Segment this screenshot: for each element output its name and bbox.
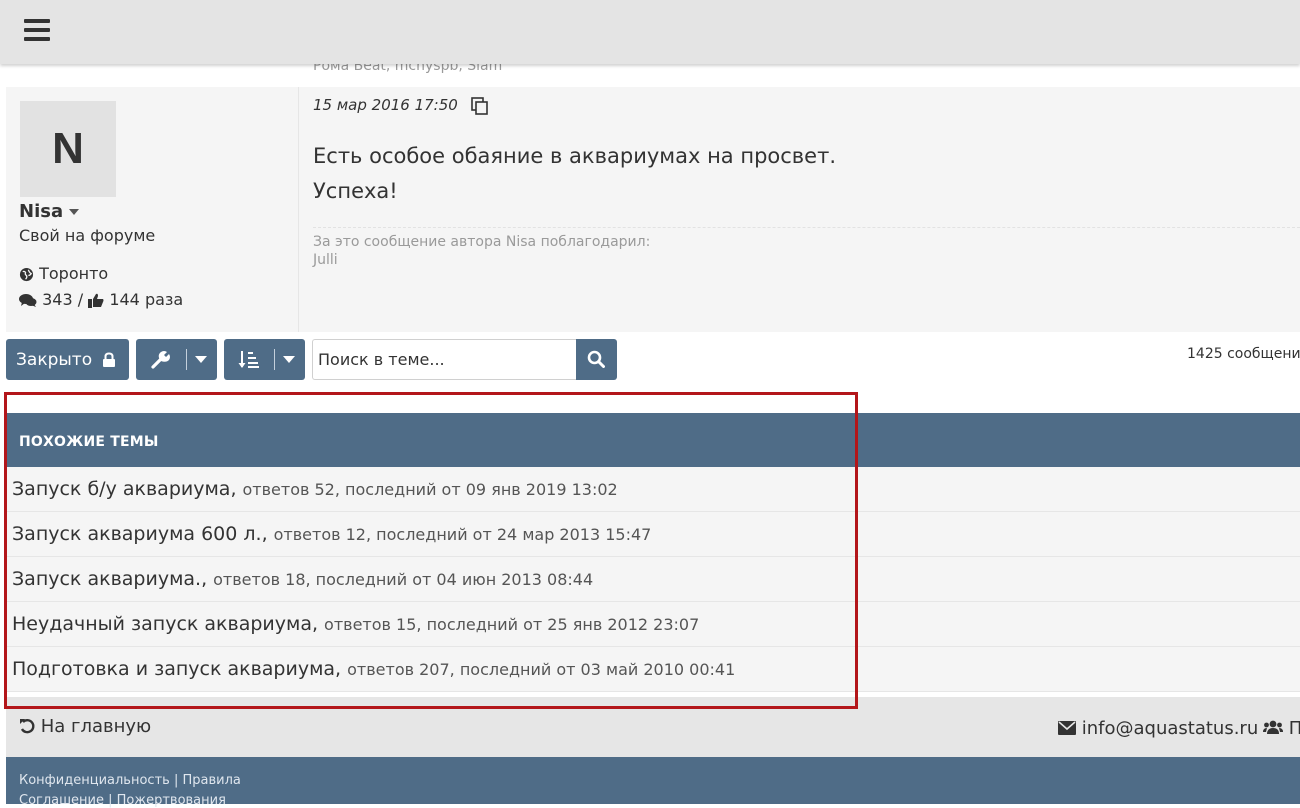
wrench-icon xyxy=(151,351,170,369)
author-likes[interactable]: 144 раза xyxy=(109,290,183,309)
post-date[interactable]: 15 мар 2016 17:50 xyxy=(313,96,458,114)
author-name-text[interactable]: Nisa xyxy=(19,201,63,222)
post-text-line: Есть особое обаяние в аквариумах на прос… xyxy=(313,144,837,168)
similar-topic-meta: ответов 12, последний от 24 мар 2013 15:… xyxy=(273,524,652,544)
top-bar xyxy=(0,0,1300,64)
similar-topic-row: Запуск аквариума 600 л., ответов 12, пос… xyxy=(6,512,1300,557)
similar-topic-link[interactable]: Подготовка и запуск аквариума, xyxy=(12,658,341,680)
author-location: Торонто xyxy=(19,264,108,283)
agreement-link[interactable]: Соглашение xyxy=(19,793,104,808)
stats-separator: / xyxy=(77,290,84,309)
similar-topic-meta: ответов 52, последний от 09 янв 2019 13:… xyxy=(242,479,618,499)
footer-links-line: Конфиденциальность | Правила xyxy=(19,773,241,788)
similar-topic-link[interactable]: Запуск аквариума., xyxy=(12,568,207,590)
post-body: 15 мар 2016 17:50 Есть особое обаяние в … xyxy=(313,87,1300,332)
caret-down-icon xyxy=(283,356,295,363)
topic-search-input[interactable] xyxy=(312,339,576,380)
footer-bottom: Конфиденциальность | Правила Соглашение … xyxy=(6,757,1300,808)
search-button[interactable] xyxy=(576,339,617,380)
author-location-text: Торонто xyxy=(39,264,109,283)
users-link-label: П xyxy=(1288,718,1300,739)
similar-topic-meta: ответов 207, последний от 03 май 2010 00… xyxy=(347,659,736,679)
thanks-label: За это сообщение автора Nisa поблагодари… xyxy=(313,234,651,250)
envelope-icon xyxy=(1058,721,1076,735)
similar-topics: Похожие темы Запуск б/у аквариума, ответ… xyxy=(6,413,1300,692)
sort-icon xyxy=(238,351,259,368)
similar-topic-row: Неудачный запуск аквариума, ответов 15, … xyxy=(6,602,1300,647)
thumbs-up-icon xyxy=(88,293,104,308)
similar-topic-row: Подготовка и запуск аквариума, ответов 2… xyxy=(6,647,1300,692)
divider xyxy=(313,227,1300,228)
menu-icon[interactable] xyxy=(24,19,50,41)
post-text: Есть особое обаяние в аквариумах на прос… xyxy=(313,139,836,209)
message-count: 1425 сообщений xyxy=(1187,346,1300,362)
similar-topic-link[interactable]: Запуск б/у аквариума, xyxy=(12,478,236,500)
similar-topic-link[interactable]: Неудачный запуск аквариума, xyxy=(12,613,318,635)
globe-icon xyxy=(19,267,34,282)
closed-button[interactable]: Закрыто xyxy=(6,339,129,380)
lock-icon xyxy=(103,351,116,367)
undo-icon xyxy=(20,719,35,734)
thanks-users[interactable]: Julli xyxy=(313,252,338,268)
forum-post: N Nisa Свой на форуме Торонто 343 / 144 … xyxy=(6,87,1300,332)
rules-link[interactable]: Правила xyxy=(182,773,240,788)
similar-topics-header: Похожие темы xyxy=(6,413,1300,467)
post-text-line: Успеха! xyxy=(313,179,398,203)
users-icon xyxy=(1263,720,1283,734)
similar-topic-meta: ответов 18, последний от 04 июн 2013 08:… xyxy=(213,569,594,589)
author-rank: Свой на форуме xyxy=(19,226,156,245)
comments-icon xyxy=(19,294,37,307)
users-link[interactable]: П xyxy=(1263,718,1300,739)
privacy-link[interactable]: Конфиденциальность xyxy=(19,773,170,788)
email-link-label: info@aquastatus.ru xyxy=(1081,718,1259,739)
avatar[interactable]: N xyxy=(20,101,116,197)
similar-topic-meta: ответов 15, последний от 25 янв 2012 23:… xyxy=(324,614,700,634)
caret-down-icon[interactable] xyxy=(69,209,80,215)
closed-button-label: Закрыто xyxy=(16,349,93,370)
footer-nav: На главную info@aquastatus.ru П xyxy=(6,697,1300,757)
author-name[interactable]: Nisa xyxy=(19,201,80,222)
tools-button[interactable] xyxy=(136,339,217,380)
button-separator xyxy=(274,349,275,370)
similar-topic-row: Запуск б/у аквариума, ответов 52, послед… xyxy=(6,467,1300,512)
author-stats: 343 / 144 раза xyxy=(19,290,183,309)
home-link-label: На главную xyxy=(40,716,152,737)
post-author-panel: N Nisa Свой на форуме Торонто 343 / 144 … xyxy=(6,87,299,332)
search-icon xyxy=(587,350,605,368)
email-link[interactable]: info@aquastatus.ru xyxy=(1058,718,1258,739)
sort-button[interactable] xyxy=(224,339,305,380)
donations-link[interactable]: Пожертвования xyxy=(117,793,226,808)
similar-topic-link[interactable]: Запуск аквариума 600 л., xyxy=(12,523,268,545)
similar-topic-row: Запуск аквариума., ответов 18, последний… xyxy=(6,557,1300,602)
copy-icon[interactable] xyxy=(471,97,489,115)
home-link[interactable]: На главную xyxy=(19,716,151,737)
caret-down-icon xyxy=(195,356,207,363)
footer-links-line: Соглашение | Пожертвования xyxy=(19,793,226,808)
button-separator xyxy=(186,349,187,370)
author-post-count[interactable]: 343 xyxy=(42,290,73,309)
